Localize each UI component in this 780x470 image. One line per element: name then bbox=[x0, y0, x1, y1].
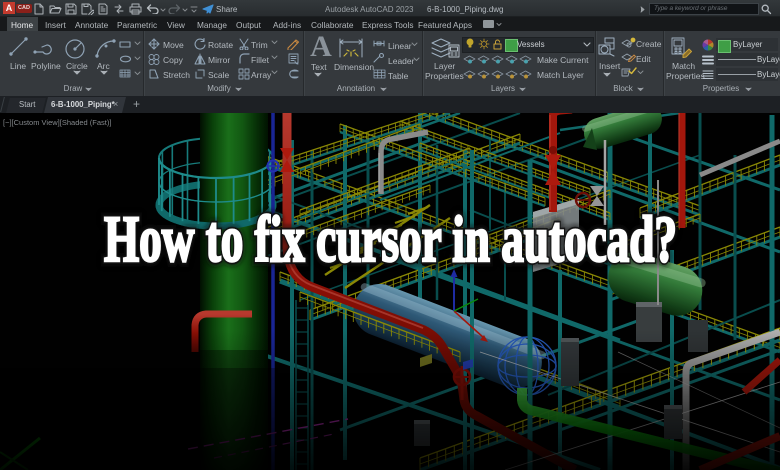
svg-text:How to fix cursor in autocad?: How to fix cursor in autocad? bbox=[104, 203, 677, 276]
